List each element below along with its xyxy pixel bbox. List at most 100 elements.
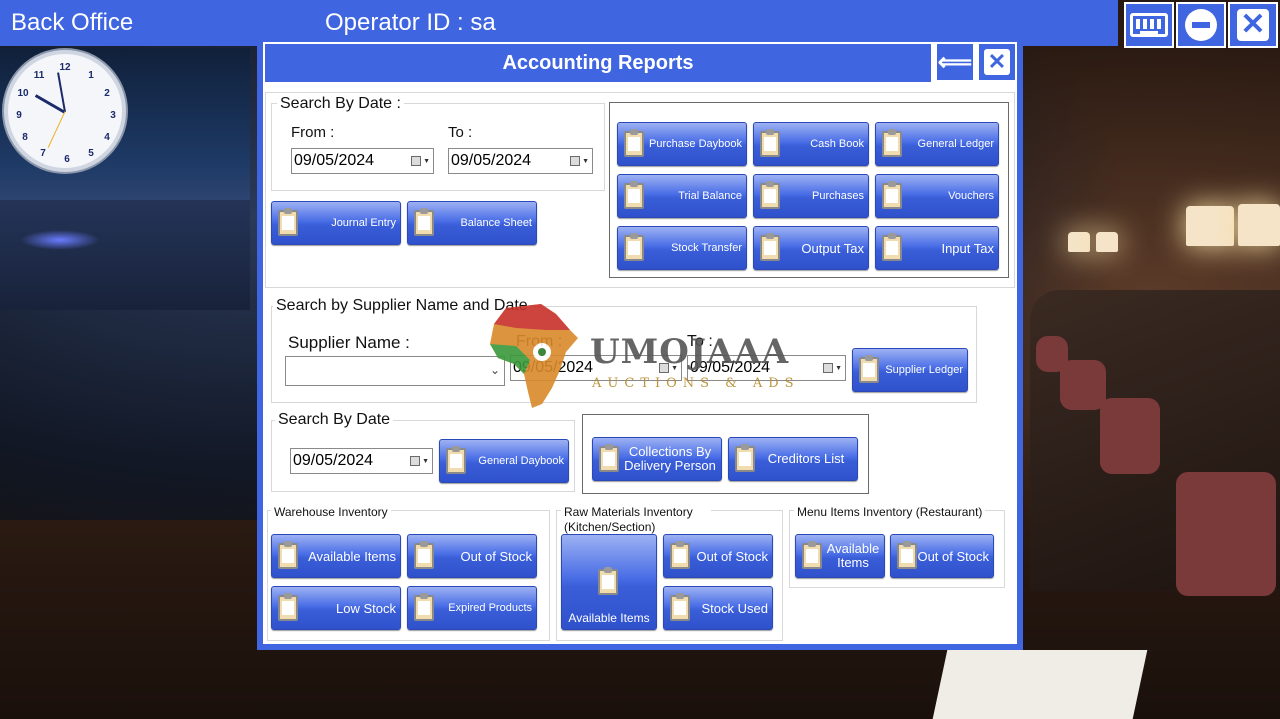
supplier-name-select[interactable]: ⌄ [285,356,505,386]
warehouse-expired-products-button[interactable]: Expired Products [407,586,537,630]
calendar-icon [411,156,421,166]
search-by-date-panel [271,103,605,191]
back-button[interactable]: ⟸ [935,42,975,82]
button-label: Input Tax [941,240,994,256]
from-date-picker[interactable]: 09/05/2024 ▼ [291,148,434,174]
background-lamp [1186,206,1234,246]
supplier-ledger-button[interactable]: Supplier Ledger [852,348,968,392]
button-label: Out of Stock [917,548,989,564]
from-date-value: 09/05/2024 [294,152,375,169]
supplier-from-date-picker[interactable]: 09/05/2024 ▼ [510,355,682,381]
menu-available-items-button[interactable]: Available Items [795,534,885,578]
purchase-daybook-button[interactable]: Purchase Daybook [617,122,747,166]
supplier-name-label: Supplier Name : [288,333,410,352]
clipboard-icon [624,181,644,209]
trial-balance-button[interactable]: Trial Balance [617,174,747,218]
clipboard-icon [278,541,298,569]
clipboard-icon [802,541,822,569]
button-label: Available Items [308,548,396,564]
warehouse-out-of-stock-button[interactable]: Out of Stock [407,534,537,578]
minus-circle-icon [1185,9,1217,41]
clipboard-icon [882,233,902,261]
menu-out-of-stock-button[interactable]: Out of Stock [890,534,994,578]
background-lamp [1068,232,1090,252]
vouchers-button[interactable]: Vouchers [875,174,999,218]
clipboard-icon [760,129,780,157]
output-tax-button[interactable]: Output Tax [753,226,869,270]
warehouse-available-items-button[interactable]: Available Items [271,534,401,578]
balance-sheet-button[interactable]: Balance Sheet [407,201,537,245]
button-label: Available Items [826,541,880,570]
button-label: Balance Sheet [460,217,532,229]
close-app-button[interactable]: ✕ [1228,2,1278,48]
single-date-value: 09/05/2024 [293,452,374,469]
to-date-picker[interactable]: 09/05/2024 ▼ [448,148,593,174]
background-pillow [1060,360,1106,410]
input-tax-button[interactable]: Input Tax [875,226,999,270]
back-arrow-icon: ⟸ [937,48,973,76]
clipboard-icon [670,541,690,569]
chevron-down-icon: ▼ [423,158,430,165]
clipboard-icon [278,593,298,621]
calendar-icon [410,456,420,466]
clipboard-icon [599,444,619,472]
warehouse-low-stock-button[interactable]: Low Stock [271,586,401,630]
button-label: Journal Entry [331,217,396,229]
chevron-down-icon: ▼ [835,365,842,372]
clipboard-icon [446,446,466,474]
purchases-button[interactable]: Purchases [753,174,869,218]
supplier-to-date-picker[interactable]: 09/05/2024 ▼ [687,355,846,381]
button-label: Supplier Ledger [885,364,963,376]
supplier-from-date-value: 09/05/2024 [513,359,594,376]
button-label: Collections By Delivery Person [624,444,716,473]
button-label: Creditors List [767,451,845,466]
chevron-down-icon: ▼ [422,458,429,465]
button-label: Stock Used [701,600,768,616]
collections-by-delivery-person-button[interactable]: Collections By Delivery Person [592,437,722,481]
supplier-search-legend: Search by Supplier Name and Date [273,297,531,315]
background-napkin [932,650,1148,719]
calendar-icon [823,363,833,373]
button-label: General Ledger [917,138,994,150]
background-pillow [1176,472,1276,596]
button-label: General Daybook [478,455,564,467]
button-label: Available Items [568,611,650,625]
clipboard-icon [882,181,902,209]
raw-stock-used-button[interactable]: Stock Used [663,586,773,630]
raw-available-items-button[interactable]: Available Items [561,534,657,630]
wall-clock: 12 1 2 3 4 5 6 7 8 9 10 11 [4,50,126,172]
clipboard-icon [760,181,780,209]
supplier-from-label: From : [516,333,563,350]
keyboard-button[interactable] [1124,2,1174,48]
supplier-to-date-value: 09/05/2024 [690,359,771,376]
accounting-reports-dialog: Accounting Reports ⟸ ✕ Search By Date : … [257,36,1023,650]
clipboard-icon [859,355,879,383]
general-daybook-button[interactable]: General Daybook [439,439,569,483]
single-date-picker[interactable]: 09/05/2024 ▼ [290,448,433,474]
button-label: Vouchers [948,190,994,202]
creditors-list-button[interactable]: Creditors List [728,437,858,481]
clipboard-icon [735,444,755,472]
button-label: Output Tax [801,240,864,256]
button-label: Out of Stock [460,548,532,564]
calendar-icon [570,156,580,166]
clipboard-icon [670,593,690,621]
button-label: Cash Book [810,138,864,150]
general-ledger-button[interactable]: General Ledger [875,122,999,166]
button-label: Out of Stock [696,548,768,564]
raw-out-of-stock-button[interactable]: Out of Stock [663,534,773,578]
clipboard-icon [882,129,902,157]
clipboard-icon [624,233,644,261]
button-label: Purchase Daybook [649,138,742,150]
stock-transfer-button[interactable]: Stock Transfer [617,226,747,270]
button-label: Trial Balance [678,190,742,202]
dialog-close-button[interactable]: ✕ [977,42,1017,82]
journal-entry-button[interactable]: Journal Entry [271,201,401,245]
button-label: Low Stock [336,600,396,616]
cash-book-button[interactable]: Cash Book [753,122,869,166]
clipboard-icon [760,233,780,261]
raw-materials-legend: Raw Materials Inventory (Kitchen/Section… [561,505,711,535]
clipboard-icon [414,593,434,621]
minimize-button[interactable] [1176,2,1226,48]
chevron-down-icon: ⌄ [489,363,500,377]
